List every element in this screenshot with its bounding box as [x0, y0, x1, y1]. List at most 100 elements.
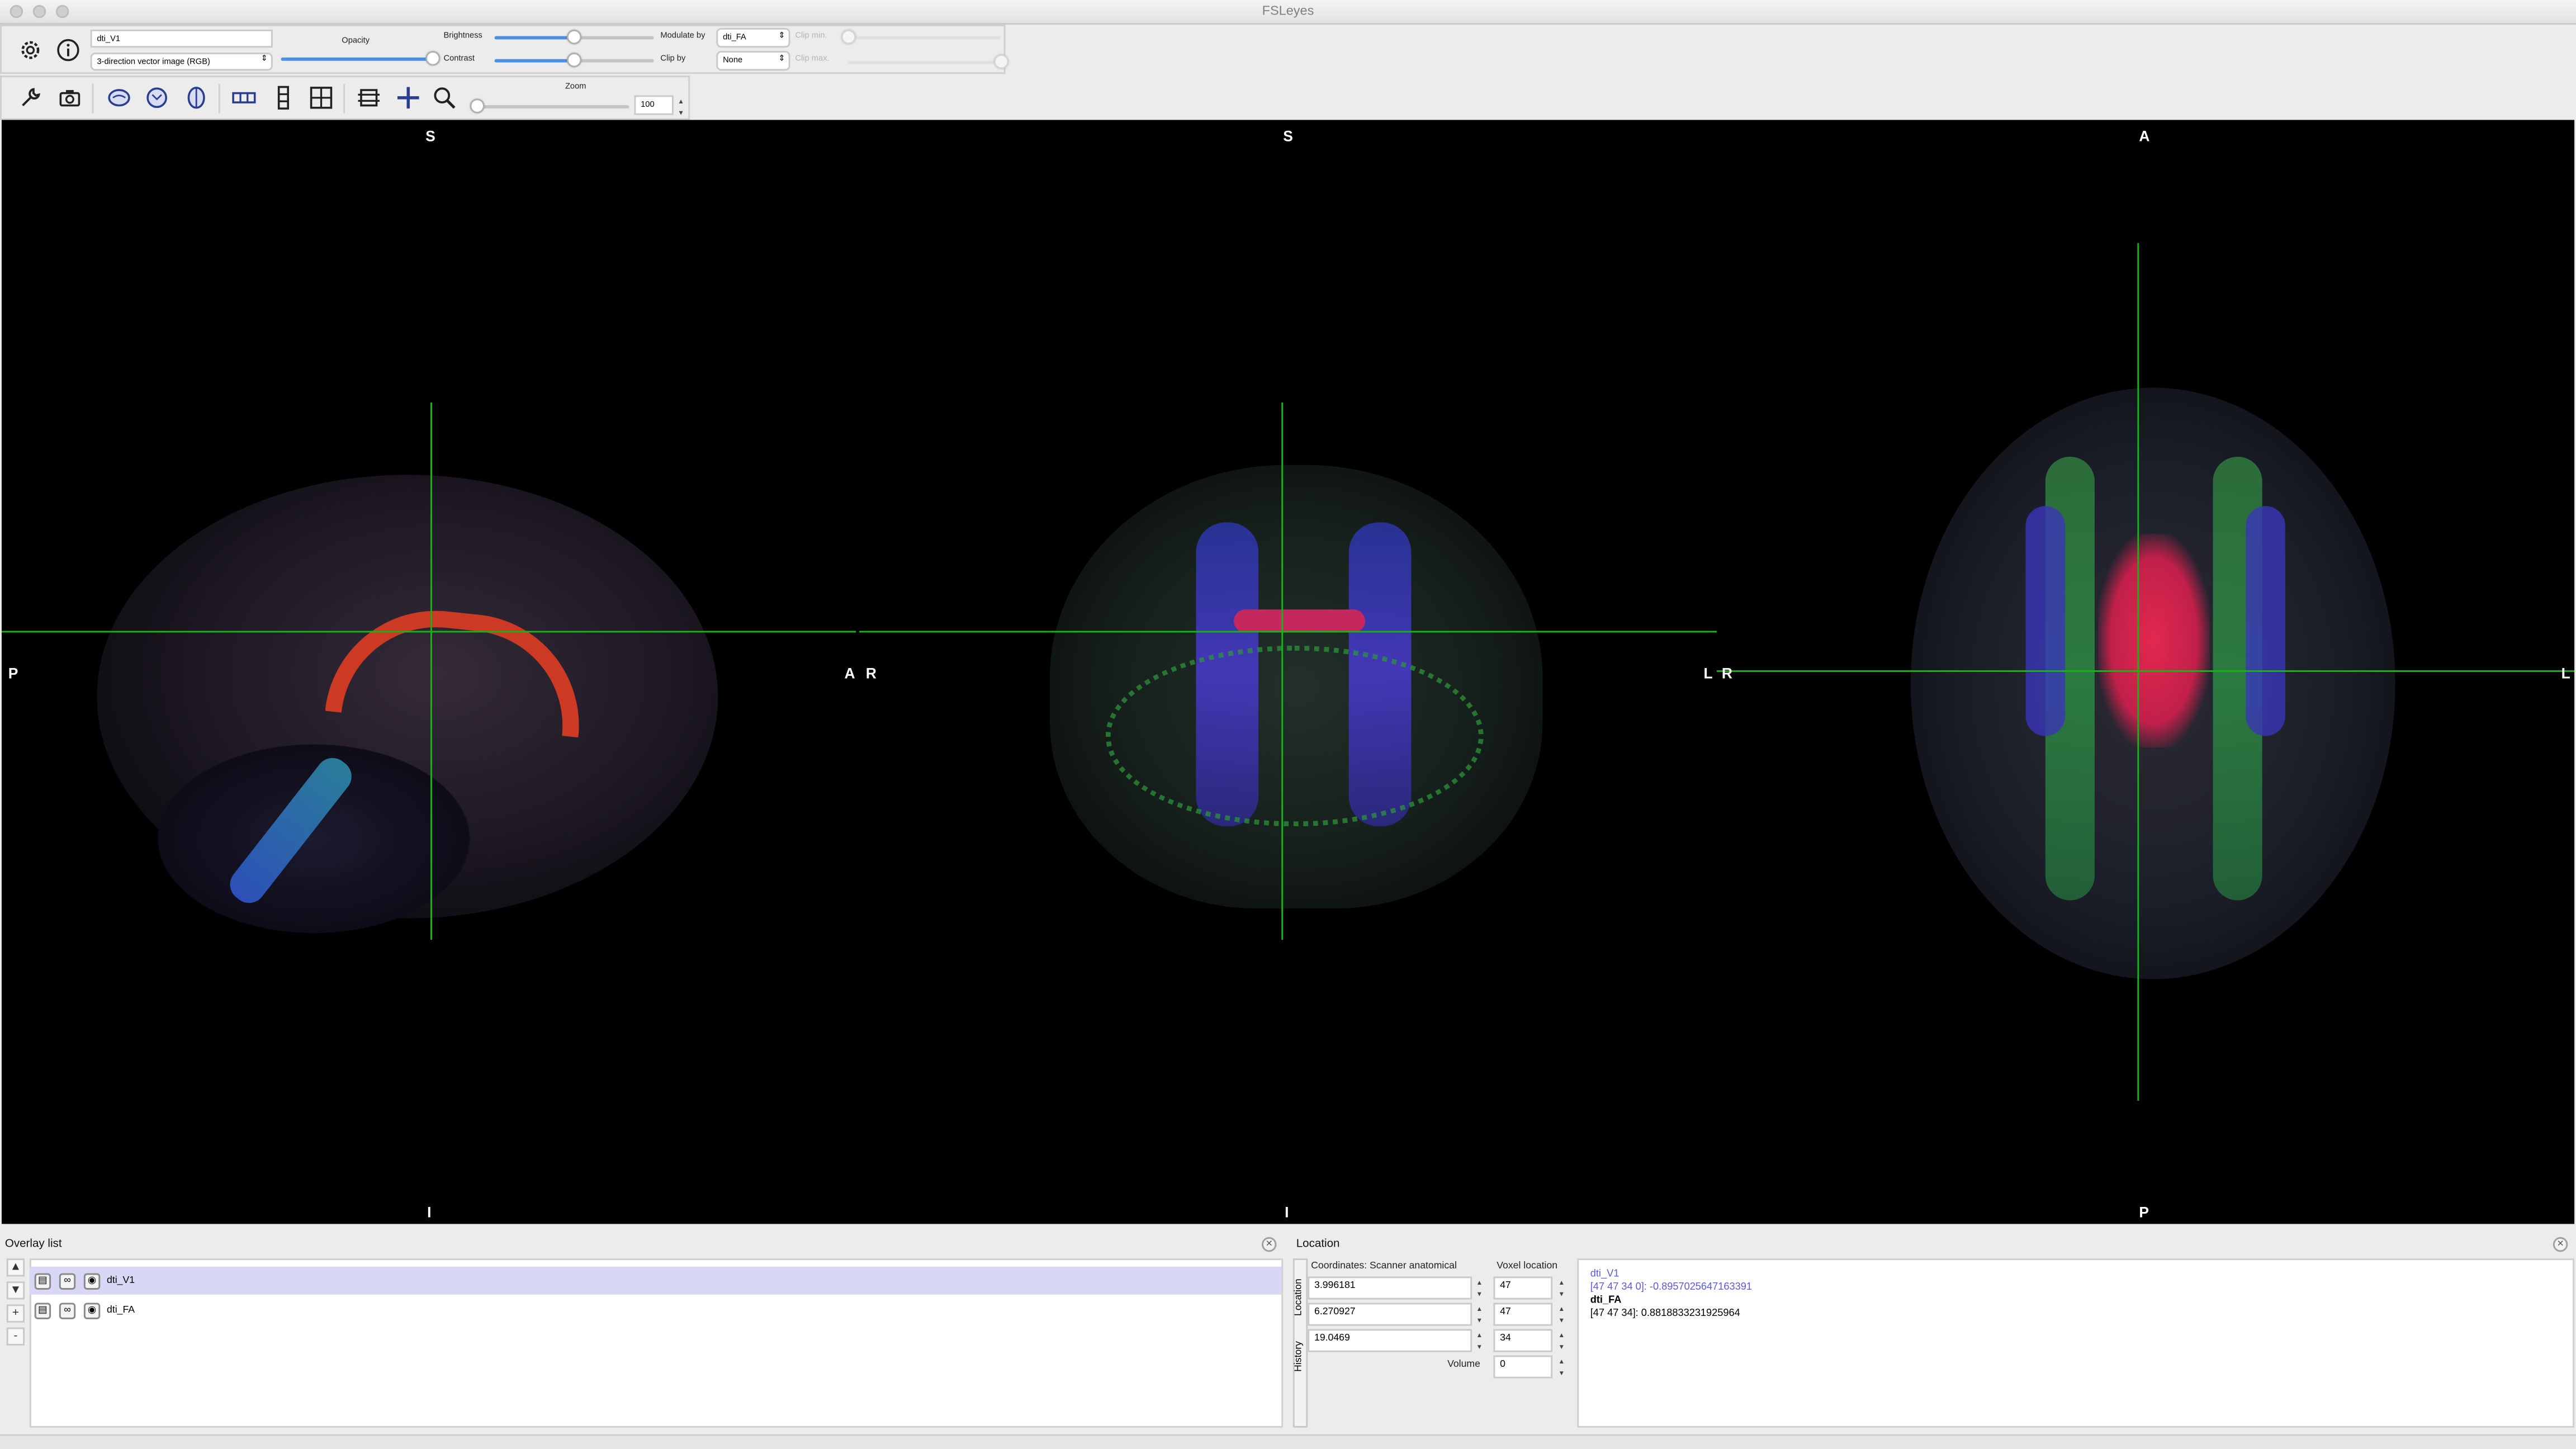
clip-min-slider[interactable]: [840, 29, 1001, 45]
zoom-slider-knob[interactable]: [470, 98, 485, 113]
save-overlay-icon[interactable]: ▤: [34, 1272, 51, 1289]
gear-icon: [21, 41, 40, 59]
modulate-by-label: Modulate by: [660, 31, 705, 41]
save-overlay-icon[interactable]: ▤: [34, 1301, 51, 1319]
coordinate-x-field[interactable]: 3.996181: [1308, 1276, 1472, 1300]
voxel-y-field[interactable]: 47: [1493, 1303, 1553, 1326]
sagittal-left-label: P: [8, 665, 18, 682]
coordinate-z-field[interactable]: 19.0469: [1308, 1329, 1472, 1352]
remove-overlay-button[interactable]: -: [6, 1327, 25, 1346]
overlay-list-title: Overlay list: [4, 1238, 62, 1251]
axial-right-label: L: [2561, 665, 2570, 682]
screenshot-button[interactable]: [56, 84, 84, 112]
toggle-axial-button[interactable]: [182, 84, 210, 112]
tab-location[interactable]: Location: [1295, 1278, 1305, 1316]
volume-field[interactable]: 0: [1493, 1355, 1553, 1379]
reset-display-button[interactable]: [355, 84, 383, 112]
horizontal-layout-button[interactable]: [230, 84, 258, 112]
contrast-slider-knob[interactable]: [566, 53, 582, 68]
info-overlay-value: [47 47 34]: 0.8818833231925964: [1590, 1308, 1740, 1319]
reset-icon: [358, 89, 380, 107]
voxel-y-stepper[interactable]: ▲ ▼: [1556, 1303, 1568, 1325]
coordinate-x-stepper[interactable]: ▲ ▼: [1474, 1276, 1485, 1299]
eye-visibility-icon[interactable]: ◉: [83, 1272, 101, 1289]
toolbar-separator: [92, 83, 94, 113]
coordinate-y-stepper[interactable]: ▲ ▼: [1474, 1303, 1485, 1325]
overlay-list-item[interactable]: ▤ ∞ ◉ dti_FA: [30, 1296, 1281, 1324]
clip-max-slider-knob[interactable]: [993, 54, 1008, 69]
wrench-icon: [22, 88, 40, 106]
info-overlay-name: dti_V1: [1590, 1268, 1620, 1280]
move-overlay-up-button[interactable]: ▲: [6, 1258, 25, 1277]
grid-layout-button[interactable]: [307, 84, 335, 112]
voxel-x-field[interactable]: 47: [1493, 1276, 1553, 1300]
overlay-info-button[interactable]: [54, 36, 82, 64]
ortho-toolbar: Zoom 100 ▲ ▼: [0, 75, 690, 120]
display-settings-button[interactable]: [16, 36, 44, 64]
coronal-cursor-horizontal: [859, 631, 1717, 633]
voxel-z-field[interactable]: 34: [1493, 1329, 1553, 1352]
overlay-list-item[interactable]: ▤ ∞ ◉ dti_V1: [29, 1266, 1282, 1295]
contrast-label: Contrast: [443, 54, 475, 64]
vertical-layout-button[interactable]: [269, 84, 297, 112]
link-icon[interactable]: ∞: [59, 1272, 76, 1289]
zoom-slider[interactable]: [470, 98, 629, 113]
toolbar-separator: [218, 83, 220, 113]
contrast-slider[interactable]: [494, 53, 654, 68]
left-internal-capsule: [2025, 506, 2066, 736]
overlay-name-field[interactable]: dti_V1: [90, 29, 273, 48]
clip-by-select[interactable]: None ⇕: [716, 51, 790, 71]
sagittal-cursor-vertical: [430, 402, 432, 940]
coronal-corpus-callosum: [1234, 609, 1366, 633]
close-location-button[interactable]: ×: [2553, 1237, 2568, 1252]
location-title: Location: [1296, 1238, 1340, 1251]
move-overlay-down-button[interactable]: ▼: [6, 1281, 25, 1300]
voxel-z-stepper[interactable]: ▲ ▼: [1556, 1329, 1568, 1352]
sagittal-view[interactable]: S I P A: [1, 120, 856, 1224]
coronal-cursor-vertical: [1281, 402, 1284, 940]
clip-max-label: Clip max.: [795, 54, 830, 64]
coronal-view[interactable]: S I R L: [859, 120, 1717, 1224]
zoom-value-field[interactable]: 100: [634, 95, 674, 115]
brightness-slider[interactable]: [494, 29, 654, 45]
overlay-type-value: 3-direction vector image (RGB): [97, 57, 210, 68]
view-settings-button[interactable]: [16, 84, 44, 112]
clip-min-label: Clip min.: [795, 31, 827, 41]
toolbar-separator: [343, 83, 345, 113]
overlay-type-select[interactable]: 3-direction vector image (RGB) ⇕: [90, 53, 273, 71]
show-cursor-button[interactable]: [394, 84, 422, 112]
volume-stepper[interactable]: ▲ ▼: [1556, 1356, 1568, 1379]
tab-history[interactable]: History: [1295, 1341, 1305, 1372]
zoom-stepper[interactable]: ▲ ▼: [675, 95, 687, 118]
opacity-slider[interactable]: [281, 51, 440, 66]
coordinate-z-stepper[interactable]: ▲ ▼: [1474, 1329, 1485, 1352]
axial-view[interactable]: A P R L: [1717, 120, 2575, 1224]
voxel-x-stepper[interactable]: ▲ ▼: [1556, 1276, 1568, 1299]
modulate-by-select[interactable]: dti_FA ⇕: [716, 27, 790, 48]
toggle-coronal-button[interactable]: [143, 84, 171, 112]
close-overlay-list-button[interactable]: ×: [1261, 1237, 1277, 1252]
brightness-slider-knob[interactable]: [566, 29, 582, 45]
toggle-sagittal-button[interactable]: [105, 84, 133, 112]
info-overlay-name: dti_FA: [1590, 1294, 1622, 1306]
sagittal-cursor-horizontal: [1, 631, 856, 633]
ortho-view-canvas[interactable]: S I P A S I R L A P R L: [1, 120, 2575, 1224]
window-title: FSLeyes: [1262, 3, 1314, 18]
coordinate-y-field[interactable]: 6.270927: [1308, 1303, 1472, 1326]
brightness-label: Brightness: [443, 31, 482, 41]
clip-min-slider-knob[interactable]: [840, 29, 855, 45]
sagittal-icon: [108, 89, 130, 107]
sagittal-bottom-label: I: [427, 1204, 432, 1221]
eye-visibility-icon[interactable]: ◉: [83, 1301, 101, 1319]
add-overlay-button[interactable]: +: [6, 1304, 25, 1323]
zoom-mode-button[interactable]: [430, 84, 458, 112]
link-icon[interactable]: ∞: [59, 1301, 76, 1319]
status-bar: [0, 1434, 2576, 1449]
axial-cursor-horizontal: [1717, 670, 2575, 672]
location-side-tabs: Location History: [1292, 1258, 1308, 1428]
clip-max-slider[interactable]: [847, 54, 1008, 69]
volume-label: Volume: [1447, 1360, 1480, 1370]
info-icon: [57, 39, 79, 61]
sagittal-right-label: A: [844, 665, 855, 682]
opacity-slider-knob[interactable]: [424, 51, 440, 66]
